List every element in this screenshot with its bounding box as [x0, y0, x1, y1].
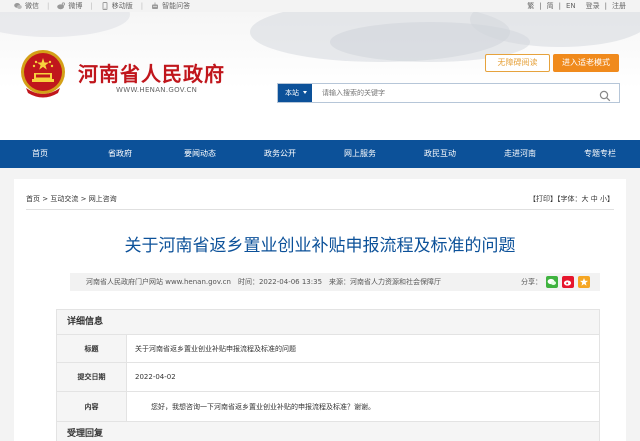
nav-item-province-gov[interactable]: 省政府 — [80, 140, 160, 168]
weibo-label: 微博 — [68, 2, 83, 10]
breadcrumb: 首页 > 互动交流 > 网上咨询 — [26, 194, 117, 204]
nav-item-henan[interactable]: 走进河南 — [480, 140, 560, 168]
breadcrumb-separator: > — [42, 195, 49, 203]
robot-icon — [151, 2, 159, 10]
detail-row-content: 内容 您好，我想咨询一下河南省返乡置业创业补贴的申报流程及标准？谢谢。 — [57, 392, 599, 422]
breadcrumb-interaction[interactable]: 互动交流 — [50, 195, 78, 203]
top-utility-bar: 微信 | 微博 | 移动版 | 智能问答 繁 | 简 | EN 登录 | 注册 — [0, 0, 640, 12]
search-input[interactable] — [322, 86, 582, 100]
top-right-links: 繁 | 简 | EN 登录 | 注册 — [522, 0, 626, 12]
detail-section-title: 详细信息 — [57, 310, 599, 335]
main-content: 首页 > 互动交流 > 网上咨询 【打印】【字体：大 中 小】 关于河南省返乡置… — [14, 179, 626, 441]
breadcrumb-separator: > — [80, 195, 87, 203]
top-separator: | — [604, 2, 607, 10]
share-bar: 分享： — [521, 273, 590, 291]
lang-traditional[interactable]: 繁 — [527, 1, 534, 11]
article-meta-text: 河南省人民政府门户网站 www.henan.gov.cn 时间：2022-04-… — [86, 278, 442, 286]
robot-link[interactable]: 智能问答 — [151, 1, 190, 11]
detail-row-date: 提交日期 2022-04-02 — [57, 363, 599, 392]
font-size-end: 】 — [607, 195, 614, 203]
search-scope-select[interactable]: 本站 — [278, 84, 312, 102]
weixin-icon — [14, 2, 22, 10]
mobile-icon — [101, 2, 109, 10]
detail-label: 标题 — [57, 335, 127, 362]
font-large-button[interactable]: 大 — [582, 195, 589, 203]
top-separator: | — [539, 2, 542, 10]
mobile-label: 移动版 — [111, 2, 133, 10]
weibo-share-icon[interactable] — [562, 276, 574, 288]
detail-row-title: 标题 关于河南省返乡置业创业补贴申报流程及标准的问题 — [57, 335, 599, 363]
lang-simplified[interactable]: 简 — [547, 1, 554, 11]
search-scope-label: 本站 — [285, 89, 299, 97]
wechat-share-icon[interactable] — [546, 276, 558, 288]
mobile-link[interactable]: 移动版 — [101, 1, 133, 11]
nav-item-news[interactable]: 要闻动态 — [160, 140, 240, 168]
weibo-link[interactable]: 微博 — [57, 1, 82, 11]
detail-label: 提交日期 — [57, 363, 127, 391]
search-bar: 本站 — [277, 83, 620, 103]
font-medium-button[interactable]: 中 — [591, 195, 598, 203]
main-nav: 首页 省政府 要闻动态 政务公开 网上服务 政民互动 走进河南 专题专栏 — [0, 140, 640, 168]
login-link[interactable]: 登录 — [586, 1, 600, 11]
detail-label: 内容 — [57, 392, 127, 421]
favorite-share-icon[interactable] — [578, 276, 590, 288]
article-tools: 【打印】【字体：大 中 小】 — [529, 194, 614, 204]
site-url: WWW.HENAN.GOV.CN — [116, 86, 198, 94]
detail-panel: 详细信息 标题 关于河南省返乡置业创业补贴申报流程及标准的问题 提交日期 202… — [56, 309, 600, 441]
register-link[interactable]: 注册 — [612, 1, 626, 11]
print-button[interactable]: 【打印】 — [529, 195, 557, 203]
nav-item-home[interactable]: 首页 — [0, 140, 80, 168]
top-separator: | — [47, 2, 50, 10]
top-links: 微信 | 微博 | 移动版 | 智能问答 — [14, 0, 198, 12]
top-separator: | — [140, 2, 144, 10]
site-header: 河南省人民政府 WWW.HENAN.GOV.CN 无障碍阅读 进入适老模式 本站 — [0, 12, 640, 140]
weibo-icon — [57, 2, 66, 10]
top-separator: | — [90, 2, 93, 10]
reply-section-title: 受理回复 — [57, 422, 599, 441]
breadcrumb-home[interactable]: 首页 — [26, 195, 40, 203]
nav-item-gov-affairs[interactable]: 政务公开 — [240, 140, 320, 168]
font-small-button[interactable]: 小 — [600, 195, 607, 203]
accessible-reading-button[interactable]: 无障碍阅读 — [485, 54, 550, 72]
elder-mode-button[interactable]: 进入适老模式 — [553, 54, 619, 72]
site-title[interactable]: 河南省人民政府 — [78, 58, 225, 87]
breadcrumb-consult[interactable]: 网上咨询 — [89, 195, 117, 203]
search-icon[interactable] — [599, 87, 611, 102]
share-label: 分享： — [521, 278, 542, 286]
lang-english[interactable]: EN — [566, 2, 576, 10]
robot-label: 智能问答 — [162, 2, 191, 10]
divider — [26, 209, 614, 210]
detail-value: 您好，我想咨询一下河南省返乡置业创业补贴的申报流程及标准？谢谢。 — [151, 402, 375, 411]
article-meta: 河南省人民政府门户网站 www.henan.gov.cn 时间：2022-04-… — [70, 273, 600, 291]
detail-value: 关于河南省返乡置业创业补贴申报流程及标准的问题 — [135, 344, 296, 353]
weixin-label: 微信 — [25, 2, 39, 10]
article-title: 关于河南省返乡置业创业补贴申报流程及标准的问题 — [124, 236, 516, 256]
weixin-link[interactable]: 微信 — [14, 1, 39, 11]
nav-item-special[interactable]: 专题专栏 — [560, 140, 640, 168]
chevron-down-icon — [303, 91, 307, 94]
nav-item-interaction[interactable]: 政民互动 — [400, 140, 480, 168]
detail-value: 2022-04-02 — [135, 373, 176, 381]
cloud-decoration — [0, 12, 130, 37]
nav-item-online-service[interactable]: 网上服务 — [320, 140, 400, 168]
font-size-label: 【字体： — [557, 195, 582, 203]
national-emblem-logo[interactable] — [18, 48, 68, 100]
top-separator: | — [558, 2, 561, 10]
